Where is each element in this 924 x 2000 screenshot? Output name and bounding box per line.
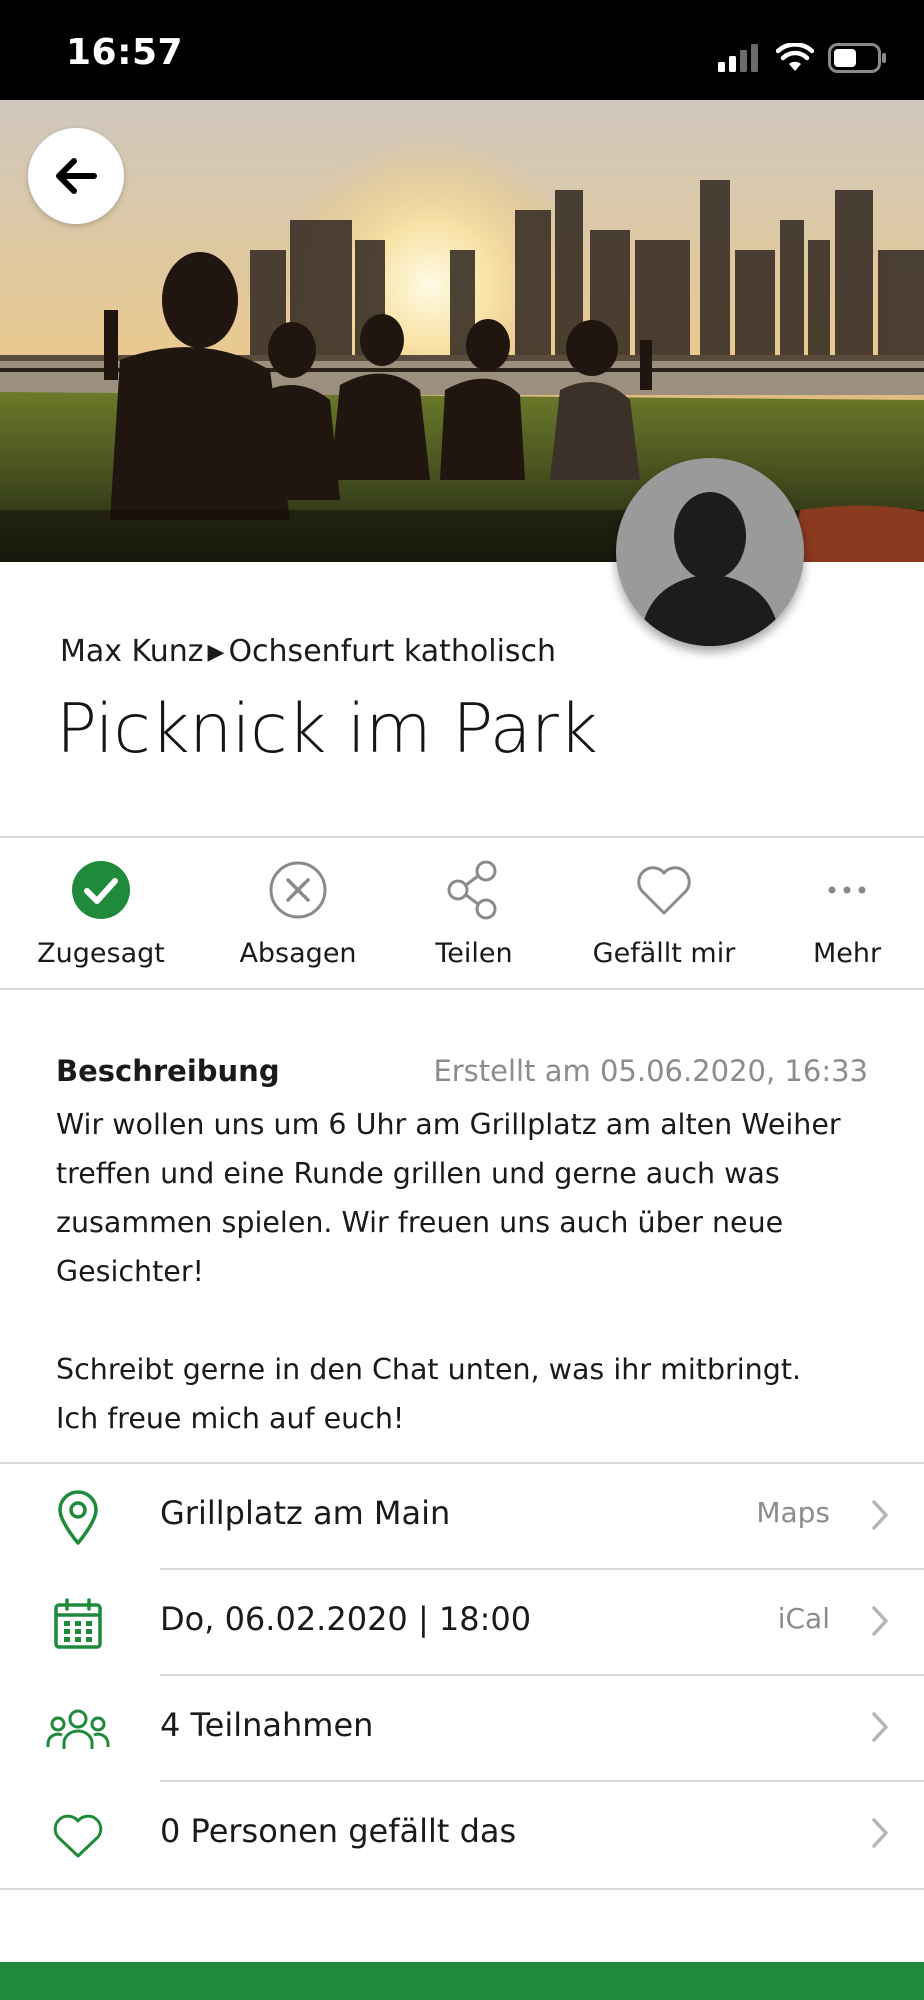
page-title: Picknick im Park: [56, 690, 598, 769]
arrow-left-icon: [56, 158, 97, 194]
more-button[interactable]: Mehr: [757, 858, 924, 969]
people-icon: [46, 1709, 110, 1749]
description-text: Wir wollen uns um 6 Uhr am Grillplatz am…: [56, 1100, 896, 1443]
accepted-button[interactable]: Zugesagt: [11, 858, 191, 969]
breadcrumb-arrow-icon: ▶: [207, 640, 225, 665]
location-text: Grillplatz am Main: [160, 1494, 451, 1532]
like-button[interactable]: Gefällt mir: [574, 858, 754, 969]
description-line: Ich freue mich auf euch!: [56, 1402, 405, 1435]
description-heading: Beschreibung: [56, 1054, 280, 1088]
likes-row[interactable]: 0 Personen gefällt das: [0, 1782, 924, 1888]
back-button[interactable]: [28, 128, 124, 224]
chevron-right-icon: [872, 1818, 888, 1848]
event-cover-image: [0, 100, 924, 562]
action-label: Absagen: [239, 938, 357, 969]
person-placeholder-icon: [642, 492, 778, 646]
status-time: 16:57: [66, 32, 184, 73]
location-pin-icon: [58, 1490, 98, 1545]
date-row[interactable]: Do, 06.02.2020 | 18:00 iCal: [0, 1570, 924, 1676]
date-text: Do, 06.02.2020 | 18:00: [160, 1600, 532, 1638]
chevron-right-icon: [872, 1712, 888, 1742]
share-icon: [447, 860, 497, 920]
status-icons: [718, 38, 888, 78]
description-line: Wir wollen uns um 6 Uhr am Grillplatz am…: [56, 1108, 841, 1141]
description-line: treffen und eine Runde grillen und gerne…: [56, 1157, 780, 1190]
description-line: zusammen spielen. Wir freuen uns auch üb…: [56, 1206, 784, 1288]
breadcrumb: Max Kunz ▶ Ochsenfurt katholisch: [60, 634, 556, 669]
calendar-icon: [54, 1598, 102, 1649]
ical-link[interactable]: iCal: [778, 1602, 830, 1635]
chat-bar[interactable]: [0, 1962, 924, 2000]
divider: [0, 988, 924, 990]
participants-text: 4 Teilnahmen: [160, 1706, 374, 1744]
decline-button[interactable]: Absagen: [208, 858, 388, 969]
chevron-right-icon: [872, 1606, 888, 1636]
divider: [0, 836, 924, 838]
action-label: Teilen: [435, 938, 513, 969]
likes-text: 0 Personen gefällt das: [160, 1812, 517, 1850]
action-label: Mehr: [812, 938, 882, 969]
description-line: Schreibt gerne in den Chat unten, was ih…: [56, 1353, 802, 1386]
organizer-name[interactable]: Max Kunz: [60, 634, 204, 669]
chevron-right-icon: [872, 1500, 888, 1530]
more-icon: [828, 886, 866, 894]
maps-link[interactable]: Maps: [756, 1496, 830, 1529]
action-label: Zugesagt: [37, 938, 165, 969]
group-name[interactable]: Ochsenfurt katholisch: [228, 634, 556, 669]
action-label: Gefällt mir: [592, 938, 736, 969]
x-circle-icon: [269, 861, 327, 919]
divider: [0, 1888, 924, 1890]
check-circle-icon: [72, 861, 130, 919]
status-bar: 16:57: [0, 0, 924, 100]
heart-icon: [53, 1814, 103, 1858]
signal-icon: [718, 44, 758, 72]
created-timestamp: Erstellt am 05.06.2020, 16:33: [433, 1054, 868, 1088]
battery-icon: [828, 43, 886, 73]
heart-icon: [637, 866, 691, 915]
location-row[interactable]: Grillplatz am Main Maps: [0, 1464, 924, 1570]
participants-row[interactable]: 4 Teilnahmen: [0, 1676, 924, 1782]
organizer-avatar[interactable]: [616, 458, 804, 646]
wifi-icon: [776, 43, 814, 71]
share-button[interactable]: Teilen: [384, 858, 564, 969]
